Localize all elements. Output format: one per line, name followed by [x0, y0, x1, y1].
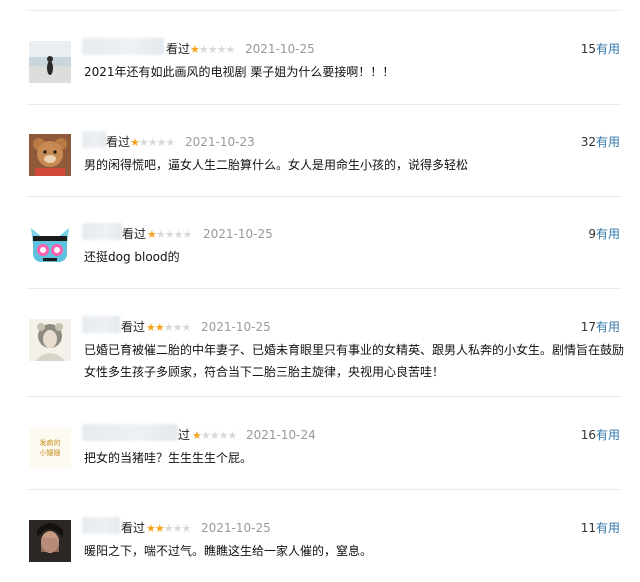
divider [26, 288, 622, 289]
avatar-teddy-bear-image [29, 134, 71, 176]
watch-status: 过 [178, 428, 191, 442]
divider [26, 104, 622, 105]
watch-status: 看过 [121, 521, 146, 535]
avatar-beach-image [29, 41, 71, 83]
avatar[interactable] [29, 226, 71, 268]
username-redacted[interactable] [82, 223, 122, 240]
useful-button[interactable]: 有用 [596, 319, 620, 336]
comment-date: 2021-10-24 [246, 428, 316, 442]
comment-text: 男的闲得慌吧，逼女人生二胎算什么。女人是用命生小孩的，说得多轻松 [84, 158, 469, 172]
watch-status: 看过 [121, 320, 146, 334]
rating-stars: ★★★★★ [146, 522, 191, 535]
username-redacted[interactable] [82, 131, 106, 148]
avatar[interactable] [29, 41, 71, 83]
rating-stars: ★★★★★ [190, 43, 235, 56]
comment-text: 还挺dog blood的 [84, 250, 180, 264]
vote-count: 9 [588, 227, 596, 241]
comment-list: 看过 ★★★★★ 2021-10-25 15 有用 2021年还有如此画风的电视… [0, 0, 640, 582]
vote-count: 15 [580, 42, 596, 56]
avatar[interactable] [29, 134, 71, 176]
divider [26, 10, 622, 11]
avatar-calligraphy-text-line1: 发疯的 [40, 438, 61, 447]
avatar[interactable]: 发疯的 小嫂嫂 [29, 427, 71, 469]
vote-count: 32 [580, 135, 596, 149]
username-redacted[interactable] [82, 517, 120, 534]
vote-count: 16 [580, 428, 596, 442]
avatar-calligraphy-text-line2: 小嫂嫂 [40, 448, 61, 457]
avatar-calligraphy-image: 发疯的 小嫂嫂 [29, 427, 71, 469]
comment-text: 把女的当猪哇？生生生生个屁。 [84, 451, 253, 465]
useful-button[interactable]: 有用 [596, 226, 620, 243]
username-redacted[interactable] [82, 424, 178, 441]
avatar-cartoon-cat-image [29, 226, 71, 268]
avatar-dark-portrait-image [29, 520, 71, 562]
comment-date: 2021-10-25 [245, 42, 315, 56]
comment-date: 2021-10-25 [201, 521, 271, 535]
avatar[interactable] [29, 319, 71, 361]
comment-date: 2021-10-25 [201, 320, 271, 334]
comment-text: 暖阳之下，喘不过气。瞧瞧这生给一家人催的，窒息。 [84, 544, 373, 558]
comment-text: 2021年还有如此画风的电视剧 栗子姐为什么要接啊！！！ [84, 65, 395, 79]
rating-stars: ★★★★★ [130, 136, 175, 149]
divider [26, 396, 622, 397]
watch-status: 看过 [122, 227, 147, 241]
useful-button[interactable]: 有用 [596, 520, 620, 537]
username-redacted[interactable] [82, 316, 120, 333]
username-redacted[interactable] [82, 38, 164, 55]
comment-text: 已婚已育被催二胎的中年妻子、已婚未育眼里只有事业的女精英、跟男人私奔的小女生。剧… [84, 343, 625, 379]
vote-count: 11 [580, 521, 596, 535]
useful-button[interactable]: 有用 [596, 134, 620, 151]
comment-date: 2021-10-23 [185, 135, 255, 149]
useful-button[interactable]: 有用 [596, 41, 620, 58]
avatar[interactable] [29, 520, 71, 562]
vote-count: 17 [580, 320, 596, 334]
useful-button[interactable]: 有用 [596, 427, 620, 444]
divider [26, 489, 622, 490]
avatar-girl-portrait-image [29, 319, 71, 361]
watch-status: 看过 [106, 135, 131, 149]
rating-stars: ★★★★★ [192, 429, 237, 442]
comment-date: 2021-10-25 [203, 227, 273, 241]
divider [26, 196, 622, 197]
rating-stars: ★★★★★ [146, 321, 191, 334]
rating-stars: ★★★★★ [147, 228, 192, 241]
watch-status: 看过 [166, 42, 191, 56]
